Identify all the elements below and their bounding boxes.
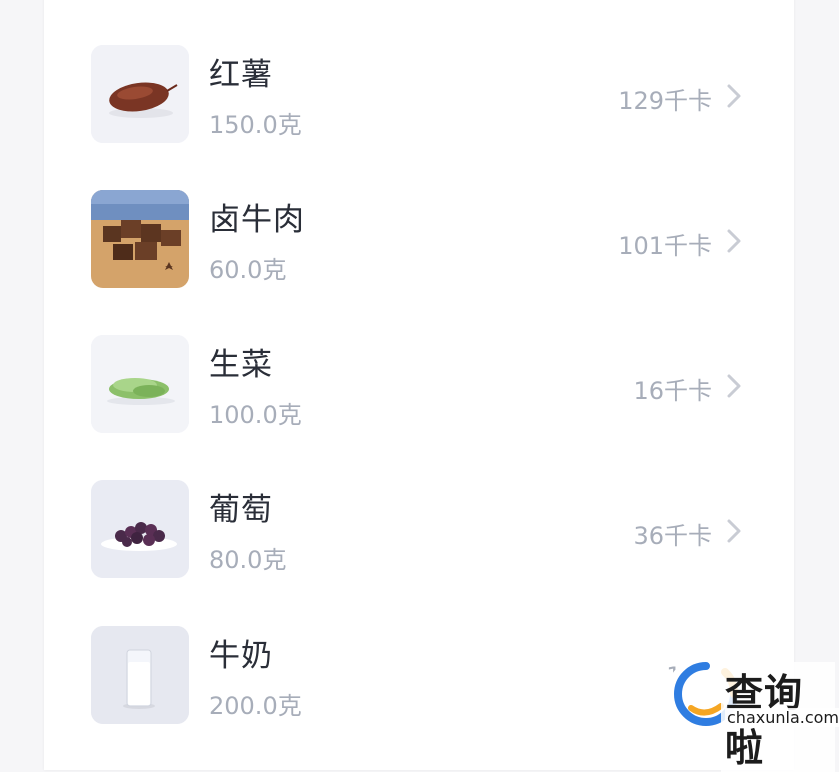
food-name: 牛奶	[209, 638, 273, 674]
food-item-grapes[interactable]: 葡萄 80.0克 36千卡	[44, 480, 794, 590]
food-name: 卤牛肉	[209, 202, 305, 238]
food-calories: 16千卡	[633, 377, 712, 405]
food-calories: 101千卡	[618, 232, 712, 260]
food-list-card: 红薯 150.0克 129千卡 卤牛肉 60.0克 101千卡 生菜 100.0…	[44, 0, 794, 770]
grapes-icon	[91, 480, 189, 578]
food-name: 葡萄	[209, 492, 273, 528]
food-item-braised-beef[interactable]: 卤牛肉 60.0克 101千卡	[44, 190, 794, 300]
chevron-right-icon[interactable]	[724, 518, 744, 544]
braised-beef-icon	[91, 190, 189, 288]
watermark-logo: 查询啦 chaxunla.com	[665, 656, 839, 772]
food-name: 生菜	[209, 347, 273, 383]
food-amount: 60.0克	[209, 256, 287, 284]
milk-icon	[91, 626, 189, 724]
food-calories: 129千卡	[618, 87, 712, 115]
food-amount: 80.0克	[209, 546, 287, 574]
chevron-right-icon[interactable]	[724, 373, 744, 399]
food-amount: 150.0克	[209, 111, 302, 139]
food-calories: 36千卡	[633, 522, 712, 550]
food-item-sweet-potato[interactable]: 红薯 150.0克 129千卡	[44, 45, 794, 155]
watermark-url: chaxunla.com	[725, 708, 839, 727]
food-name: 红薯	[209, 57, 273, 93]
lettuce-icon	[91, 335, 189, 433]
food-item-lettuce[interactable]: 生菜 100.0克 16千卡	[44, 335, 794, 445]
food-amount: 100.0克	[209, 401, 302, 429]
chevron-right-icon[interactable]	[724, 228, 744, 254]
sweet-potato-icon	[91, 45, 189, 143]
chevron-right-icon[interactable]	[724, 83, 744, 109]
food-amount: 200.0克	[209, 692, 302, 720]
